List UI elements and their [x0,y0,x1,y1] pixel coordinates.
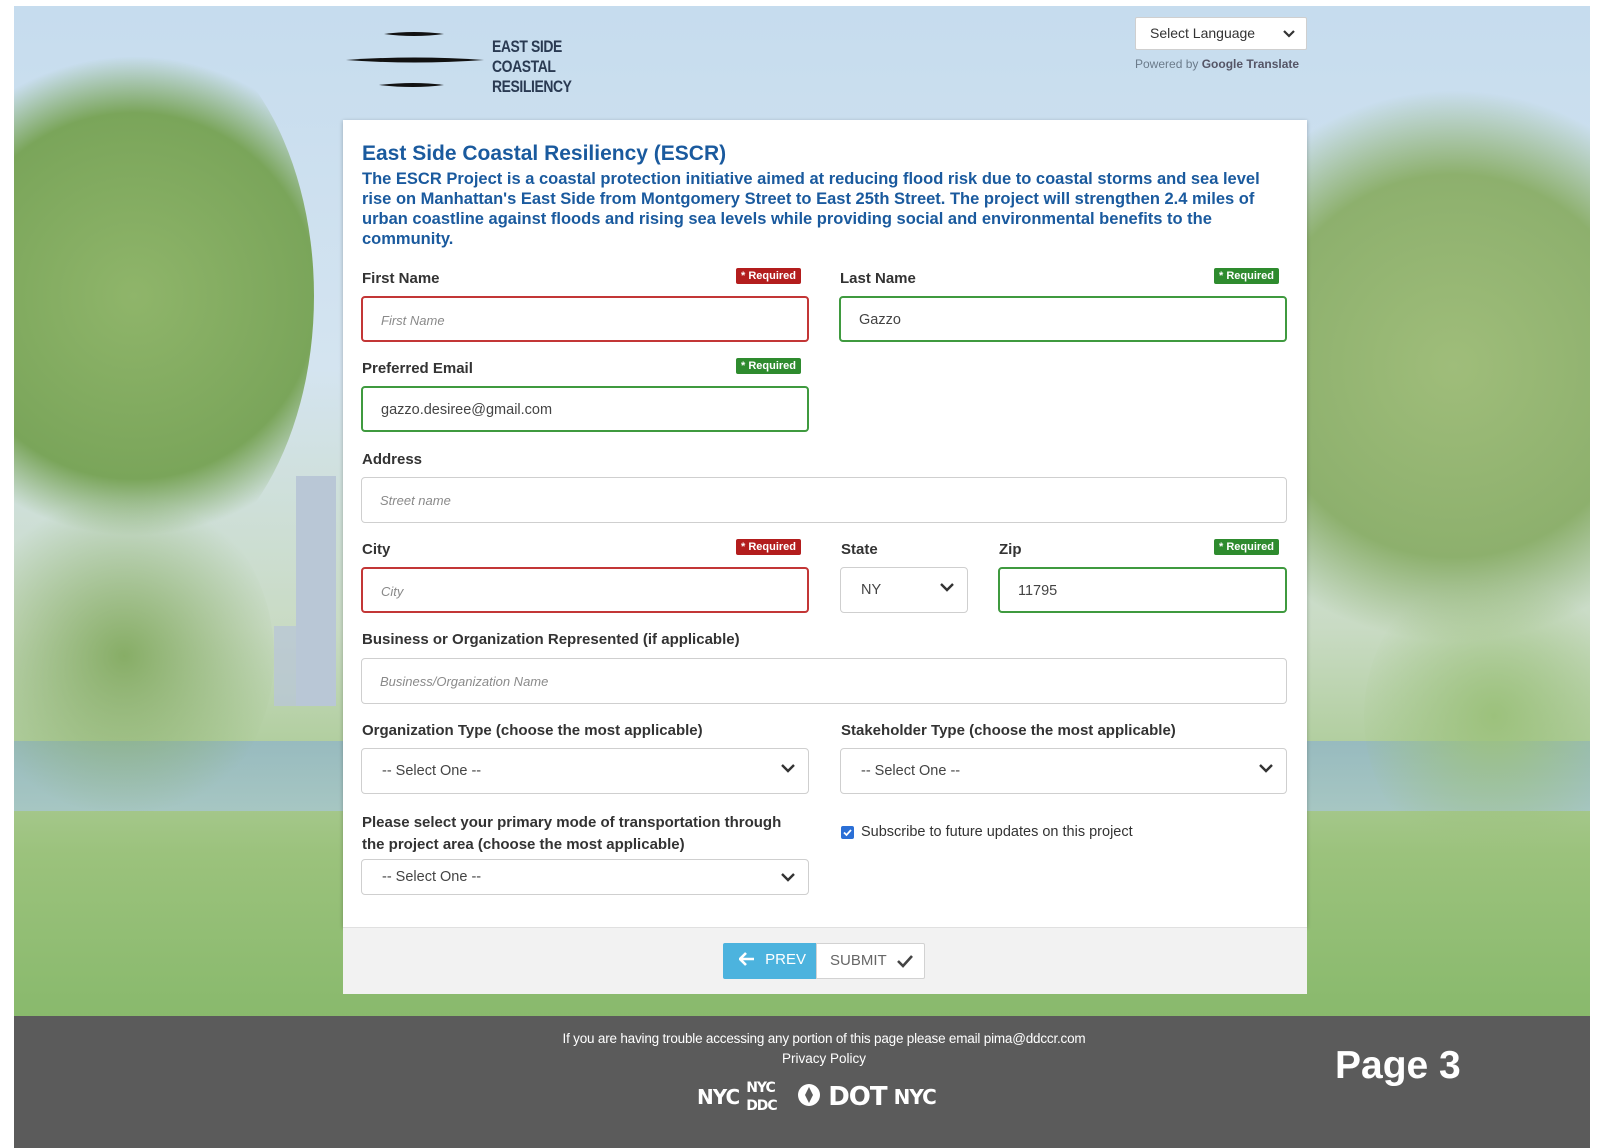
page-number-label: Page 3 [1335,1044,1461,1087]
organization-type-value: -- Select One -- [382,763,482,779]
chevron-down-icon [781,873,795,882]
stakeholder-type-label: Stakeholder Type (choose the most applic… [841,722,1176,739]
city-label: City [362,541,391,558]
city-input[interactable]: City [361,567,809,613]
state-label: State [841,541,878,558]
language-select[interactable]: Select Language [1135,17,1307,50]
powered-by-google-translate: Powered by Google Translate [1135,57,1299,71]
submit-button-label: SUBMIT [830,952,887,969]
subscribe-checkbox[interactable] [841,826,854,839]
google-logo-text[interactable]: Google [1202,57,1243,71]
east-side-coastal-resiliency-logo: EAST SIDE COASTAL RESILIENCY [344,21,594,101]
address-label: Address [362,451,423,468]
transportation-select-value: -- Select One -- [382,869,482,885]
prev-button-label: PREV [765,951,807,968]
subscribe-label[interactable]: Subscribe to future updates on this proj… [861,824,1133,840]
submit-button[interactable]: SUBMIT [816,943,925,979]
support-email-link[interactable]: pima@ddccr.com [984,1031,1086,1046]
required-badge: * Required [1214,539,1280,555]
chevron-down-icon [940,583,954,592]
email-input[interactable]: gazzo.desiree@gmail.com [361,386,809,432]
nyc-dep-logo: NYC [893,1085,937,1109]
stakeholder-type-select[interactable]: -- Select One -- [840,748,1287,794]
organization-type-label: Organization Type (choose the most appli… [362,722,703,739]
check-icon [843,829,852,837]
chevron-down-icon [1259,764,1273,773]
transportation-select[interactable]: -- Select One -- [361,859,809,895]
transportation-label: Please select your primary mode of trans… [362,812,781,856]
address-input[interactable]: Street name [361,477,1287,523]
parks-leaf-icon [798,1083,821,1106]
business-label: Business or Organization Represented (if… [362,631,740,648]
transportation-label-line: the project area (choose the most applic… [362,836,685,853]
prev-button[interactable]: PREV [723,943,816,979]
required-badge: * Required [736,268,802,284]
translate-link[interactable]: Translate [1246,57,1299,71]
zip-input[interactable]: 11795 [998,567,1287,613]
required-badge: * Required [736,358,802,374]
chevron-down-icon [1283,30,1295,38]
background-building [274,626,298,706]
page-title: East Side Coastal Resiliency (ESCR) [362,142,727,165]
chevron-down-icon [781,764,795,773]
business-input[interactable]: Business/Organization Name [361,658,1287,704]
required-badge: * Required [1214,268,1280,284]
project-intro: The ESCR Project is a coastal protection… [362,170,1260,248]
logo-line: RESILIENCY [492,77,572,96]
checkmark-icon [896,955,913,968]
first-name-label: First Name [362,270,440,287]
nyc-dot-logo: DOT [828,1082,887,1112]
state-select[interactable]: NY [840,567,968,613]
organization-type-select[interactable]: -- Select One -- [361,748,809,794]
nyc-ddc-logo: NYC DDC [746,1080,778,1114]
logo-wordmark: EAST SIDE COASTAL RESILIENCY [492,37,572,97]
logo-line: COASTAL [492,57,556,76]
transportation-label-line: Please select your primary mode of trans… [362,814,782,831]
zip-label: Zip [999,541,1022,558]
email-label: Preferred Email [362,360,473,377]
arrow-left-icon [738,952,754,966]
agency-logos: NYC NYC DDC DOT NYC [697,1079,937,1115]
logo-line: EAST SIDE [492,37,562,56]
last-name-input[interactable]: Gazzo [839,296,1287,342]
required-badge: * Required [736,539,802,555]
nyc-resiliency-logo: NYC [697,1085,740,1109]
wave-lines-icon [346,32,484,87]
stakeholder-type-value: -- Select One -- [861,763,961,779]
last-name-label: Last Name [840,270,916,287]
nyc-parks-logo [797,1083,821,1112]
first-name-input[interactable]: First Name [361,296,809,342]
state-select-value: NY [861,582,882,598]
page-frame: EAST SIDE COASTAL RESILIENCY Select Lang… [14,6,1590,1148]
footer-help-message: If you are having trouble accessing any … [562,1031,981,1046]
powered-prefix: Powered by [1135,57,1199,71]
background-building [296,476,336,706]
language-select-label: Select Language [1150,25,1256,41]
